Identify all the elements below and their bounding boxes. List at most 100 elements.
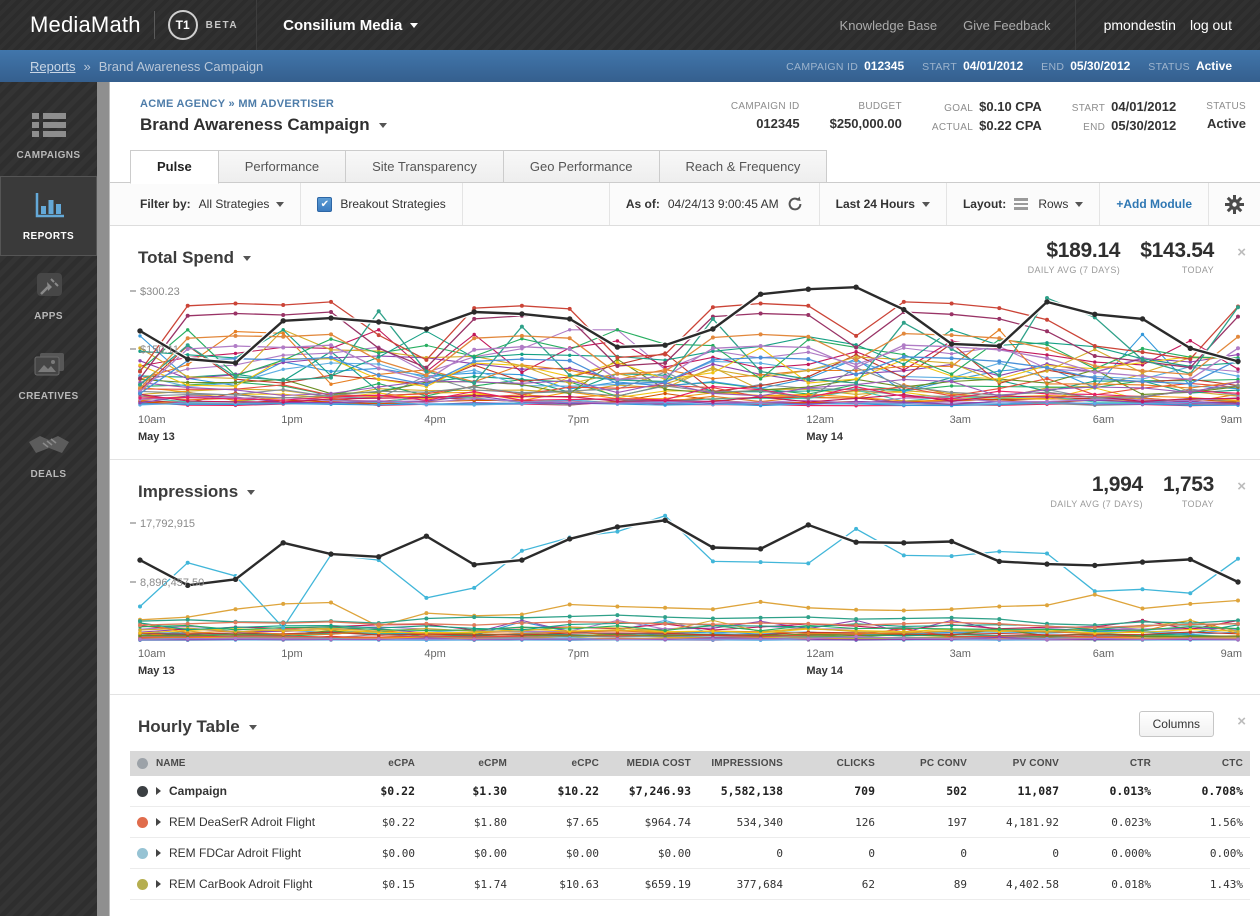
column-header-ctc[interactable]: CTC [1151, 758, 1243, 769]
svg-text:9am: 9am [1221, 414, 1242, 426]
column-header-ecpc[interactable]: eCPC [507, 758, 599, 769]
total-spend-chart: $300.23 $150.11 10am 1pm 4pm 7pm 12am 3am 6am 9am… [130, 284, 1242, 443]
table-cell: 0 [960, 846, 967, 860]
breadcrumb-bar: Reports » Brand Awareness Campaign CAMPA… [0, 50, 1260, 82]
sidebar-item-deals[interactable]: DEALS [0, 416, 97, 496]
row-name[interactable]: REM CarBook Adroit Flight [169, 877, 312, 891]
add-module-section: +Add Module [1100, 183, 1209, 225]
table-cell: 0.000% [1111, 846, 1151, 860]
campaign-header: ACME AGENCY » MM ADVERTISER Brand Awaren… [110, 82, 1260, 150]
bar-chart-icon [32, 191, 66, 224]
columns-button[interactable]: Columns [1138, 711, 1214, 737]
column-header-ecpa[interactable]: eCPA [323, 758, 415, 769]
hourly-table-title: Hourly Table [138, 717, 240, 736]
sidebar-item-reports[interactable]: REPORTS [0, 176, 97, 256]
table-cell: 0.023% [1111, 815, 1151, 829]
tab-geo-performance[interactable]: Geo Performance [503, 150, 660, 183]
table-cell: 5,582,138 [720, 784, 783, 798]
table-cell: 0 [1052, 846, 1059, 860]
expand-row-icon[interactable] [156, 818, 161, 826]
refresh-icon[interactable] [787, 196, 803, 212]
username: pmondestin [1103, 17, 1176, 33]
expand-row-icon[interactable] [156, 849, 161, 857]
row-name[interactable]: REM FDCar Adroit Flight [169, 846, 301, 860]
column-header-ctr[interactable]: CTR [1059, 758, 1151, 769]
sidebar-item-campaigns[interactable]: CAMPAIGNS [0, 96, 97, 176]
svg-text:8,896,457.50: 8,896,457.50 [140, 577, 204, 589]
campaign-info-group-0: CAMPAIGN ID 012345 [730, 101, 800, 131]
org-switcher[interactable]: Consilium Media [283, 17, 419, 34]
total-spend-module: Total Spend $189.14 DAILY AVG (7 DAYS) $… [110, 226, 1260, 460]
impressions-today: 1,753 [1162, 473, 1214, 496]
layout-dropdown[interactable]: Rows [1038, 197, 1084, 211]
svg-text:$300.23: $300.23 [140, 286, 180, 298]
column-header-media-cost[interactable]: MEDIA COST [599, 758, 691, 769]
tab-pulse[interactable]: Pulse [130, 150, 219, 184]
table-cell: 0.708% [1201, 784, 1243, 798]
sidebar-item-creatives[interactable]: CREATIVES [0, 336, 97, 416]
close-icon[interactable]: × [1237, 244, 1246, 261]
row-name[interactable]: Campaign [169, 784, 227, 798]
breadcrumb-meta-status: STATUS Active [1148, 59, 1232, 73]
sidebar-item-label: DEALS [30, 468, 67, 480]
rows-layout-icon [1014, 198, 1029, 210]
hourly-table-title-dropdown[interactable]: Hourly Table [138, 695, 1250, 737]
logout-link[interactable]: log out [1190, 17, 1232, 33]
sidebar-gutter[interactable] [97, 82, 110, 916]
svg-text:May 13: May 13 [138, 431, 175, 443]
svg-text:3am: 3am [950, 414, 971, 426]
expand-row-icon[interactable] [156, 880, 161, 888]
table-cell: 4,181.92 [1006, 815, 1059, 829]
sidebar-item-label: CREATIVES [18, 390, 79, 402]
close-icon[interactable]: × [1237, 478, 1246, 495]
svg-text:9am: 9am [1221, 648, 1242, 660]
row-name[interactable]: REM DeaSerR Adroit Flight [169, 815, 315, 829]
table-cell: 89 [953, 877, 967, 891]
give-feedback-link[interactable]: Give Feedback [963, 18, 1050, 33]
sidebar-item-apps[interactable]: APPS [0, 256, 97, 336]
svg-text:6am: 6am [1093, 648, 1114, 660]
chevron-down-icon [247, 489, 256, 495]
filter-by-label: Filter by: [140, 197, 191, 211]
chevron-down-icon [276, 201, 285, 207]
breakout-strategies-checkbox[interactable]: ✔ [317, 196, 333, 212]
tab-reach-frequency[interactable]: Reach & Frequency [659, 150, 828, 183]
agency-advertiser-path[interactable]: ACME AGENCY » MM ADVERTISER [140, 98, 334, 110]
legend-dot-icon [137, 758, 148, 769]
campaign-info-group-3: START 04/01/2012 END 05/30/2012 [1071, 99, 1177, 133]
chevron-down-icon [248, 724, 257, 730]
tab-performance[interactable]: Performance [218, 150, 347, 183]
campaign-name: Brand Awareness Campaign [140, 115, 370, 134]
expand-row-icon[interactable] [156, 787, 161, 795]
table-row: REM FDCar Adroit Flight $0.00 $0.00 $0.00 $0… [130, 838, 1250, 869]
topbar-divider [256, 0, 258, 50]
column-header-ecpm[interactable]: eCPM [415, 758, 507, 769]
column-header-name[interactable]: NAME [156, 758, 185, 769]
reports-breadcrumb-link[interactable]: Reports [30, 59, 76, 74]
gear-icon[interactable] [1225, 194, 1244, 214]
time-range-dropdown[interactable]: Last 24 Hours [836, 197, 930, 211]
table-cell: $10.22 [557, 784, 599, 798]
table-cell: 709 [854, 784, 875, 798]
table-cell: 0.013% [1109, 784, 1151, 798]
plug-icon [34, 271, 64, 304]
chevron-down-icon [921, 201, 930, 207]
table-cell: 377,684 [736, 877, 783, 891]
strategies-dropdown[interactable]: All Strategies [199, 197, 285, 211]
close-icon[interactable]: × [1237, 713, 1246, 730]
table-cell: 1.43% [1209, 877, 1243, 891]
add-module-button[interactable]: +Add Module [1116, 197, 1192, 211]
column-header-clicks[interactable]: CLICKS [783, 758, 875, 769]
breadcrumb-meta-campaign-id: CAMPAIGN ID 012345 [786, 59, 905, 73]
sidebar-item-label: CAMPAIGNS [16, 149, 81, 161]
column-header-pv-conv[interactable]: PV CONV [967, 758, 1059, 769]
user-area: pmondestin log out [1076, 17, 1260, 33]
tab-site-transparency[interactable]: Site Transparency [346, 150, 504, 183]
campaign-name-dropdown[interactable]: Brand Awareness Campaign [140, 115, 387, 135]
column-header-impressions[interactable]: IMPRESSIONS [691, 758, 783, 769]
column-header-pc-conv[interactable]: PC CONV [875, 758, 967, 769]
table-cell: 11,087 [1017, 784, 1059, 798]
knowledge-base-link[interactable]: Knowledge Base [840, 18, 938, 33]
sidebar: CAMPAIGNS REPORTS APPS CREATIVES DEALS [0, 82, 97, 916]
breadcrumb-separator: » [83, 58, 91, 74]
